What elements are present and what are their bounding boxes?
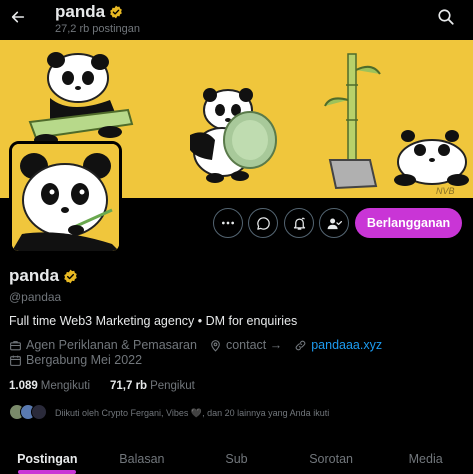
tab-posts[interactable]: Postingan — [0, 444, 95, 474]
category-item: Agen Periklanan & Pemasaran — [9, 338, 197, 352]
avatar — [31, 404, 47, 420]
active-tab-indicator — [18, 470, 77, 474]
post-count: 27,2 rb postingan — [55, 23, 141, 35]
following-button[interactable] — [319, 208, 349, 238]
following-icon — [327, 218, 342, 229]
header-name: panda — [55, 2, 106, 21]
location-pin-icon — [211, 339, 220, 352]
follow-stats: 1.089 Mengikuti 71,7 rb Pengikut — [9, 380, 215, 392]
followers-link[interactable]: 71,7 rb Pengikut — [110, 380, 195, 392]
more-button[interactable] — [213, 208, 243, 238]
tab-label: Balasan — [119, 452, 165, 466]
tab-label: Sub — [225, 452, 248, 466]
briefcase-icon — [10, 340, 21, 350]
tab-sub[interactable]: Sub — [189, 444, 284, 474]
joined-item: Bergabung Mei 2022 — [9, 353, 142, 367]
follower-avatars — [9, 404, 49, 422]
more-icon — [222, 221, 234, 225]
followed-by[interactable]: Diikuti oleh Crypto Fergani, Vibes 🖤, da… — [9, 404, 329, 422]
profile-joined: Bergabung Mei 2022 — [9, 353, 154, 367]
joined-label: Bergabung Mei 2022 — [26, 353, 143, 367]
verified-badge-icon — [110, 5, 122, 19]
link-icon — [295, 340, 306, 350]
search-icon — [438, 9, 454, 25]
message-icon — [256, 216, 270, 230]
following-link[interactable]: 1.089 Mengikuti — [9, 380, 90, 392]
search-button[interactable] — [437, 8, 457, 28]
tab-replies[interactable]: Balasan — [95, 444, 190, 474]
notification-bell-icon — [293, 217, 305, 230]
followed-by-text: Diikuti oleh Crypto Fergani, Vibes 🖤, da… — [55, 407, 330, 418]
tab-label: Media — [408, 452, 443, 466]
calendar-icon — [10, 355, 21, 366]
profile-actions: Berlangganan — [0, 208, 473, 238]
notification-button[interactable] — [284, 208, 314, 238]
profile-tabs: Postingan Balasan Sub Sorotan Media — [0, 444, 473, 474]
profile-name-row: panda — [9, 266, 78, 286]
message-button[interactable] — [248, 208, 278, 238]
tab-label: Sorotan — [309, 452, 353, 466]
website-item[interactable]: pandaaa.xyz — [294, 338, 382, 352]
tab-label: Postingan — [17, 452, 78, 466]
following-count: 1.089 — [9, 380, 38, 392]
location-item: contact → — [209, 338, 282, 352]
verified-badge-icon[interactable] — [63, 269, 78, 284]
top-bar: panda 27,2 rb postingan — [0, 0, 473, 40]
header-title: panda — [55, 2, 123, 22]
website-link[interactable]: pandaaa.xyz — [311, 338, 382, 352]
tab-media[interactable]: Media — [378, 444, 473, 474]
followers-label: Pengikut — [150, 380, 195, 392]
profile-meta: Agen Periklanan & Pemasaran contact → pa… — [9, 338, 394, 352]
following-label: Mengikuti — [40, 380, 90, 392]
tab-highlights[interactable]: Sorotan — [284, 444, 379, 474]
back-arrow-icon — [11, 11, 25, 23]
display-name: panda — [9, 266, 60, 285]
location-label: contact → — [225, 338, 283, 352]
profile-handle: @pandaa — [9, 290, 62, 304]
profile-bio: Full time Web3 Marketing agency • DM for… — [9, 314, 298, 328]
banner-signature: NVB — [436, 186, 455, 196]
followers-count: 71,7 rb — [110, 380, 148, 392]
subscribe-button[interactable]: Berlangganan — [355, 208, 462, 238]
back-button[interactable] — [6, 5, 30, 29]
category-label: Agen Periklanan & Pemasaran — [26, 338, 197, 352]
